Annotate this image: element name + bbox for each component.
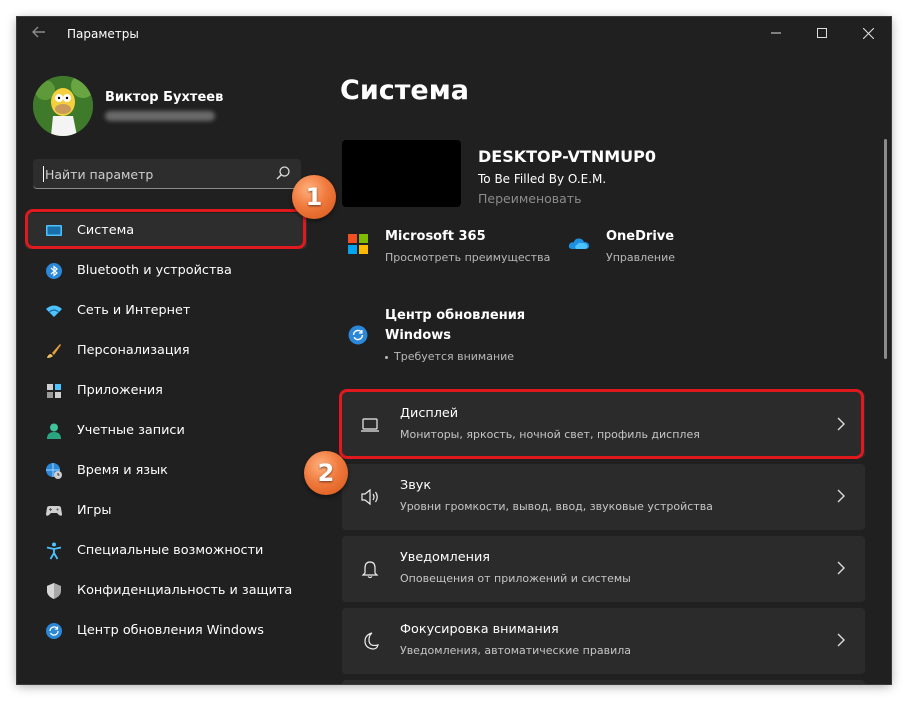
sidebar-item-personalization[interactable]: Персонализация	[25, 333, 307, 369]
card-subtitle: Уровни громкости, вывод, ввод, звуковые …	[400, 500, 713, 513]
highlight-system-item	[25, 209, 306, 249]
card-subtitle: Уведомления, автоматические правила	[400, 644, 631, 657]
tile-subtitle: Управление	[606, 251, 676, 264]
apps-icon	[47, 384, 61, 398]
text-cursor	[43, 166, 44, 182]
rename-link[interactable]: Переименовать	[478, 191, 581, 206]
microsoft-logo-icon	[348, 234, 368, 254]
sidebar-item-label: Приложения	[77, 383, 163, 398]
sidebar-item-network[interactable]: Сеть и Интернет	[25, 293, 307, 329]
sidebar-item-accounts[interactable]: Учетные записи	[25, 413, 307, 449]
pc-name: DESKTOP-VTNMUP0	[478, 147, 657, 166]
user-name: Виктор Бухтеев	[105, 90, 224, 105]
chevron-right-icon	[837, 561, 845, 575]
page-title: Система	[340, 75, 469, 106]
avatar[interactable]	[33, 76, 93, 136]
scrollbar-thumb[interactable]	[884, 139, 887, 359]
moon-icon	[364, 632, 379, 650]
sidebar-item-bluetooth[interactable]: Bluetooth и устройства	[25, 253, 307, 289]
highlight-display-card	[339, 389, 864, 459]
tile-subtitle: Требуется внимание	[394, 350, 515, 363]
step-badge-2: 2	[304, 451, 348, 495]
speaker-icon	[361, 488, 378, 506]
sidebar-item-label: Игры	[77, 503, 112, 518]
bell-icon	[361, 561, 379, 579]
bluetooth-icon	[46, 263, 62, 279]
accessibility-icon	[46, 542, 62, 560]
maximize-button[interactable]	[799, 17, 845, 49]
sidebar-item-label: Конфиденциальность и защита	[77, 583, 293, 598]
sidebar-item-label: Учетные записи	[77, 423, 185, 438]
minimize-button[interactable]	[753, 17, 799, 49]
user-email-blurred	[105, 111, 215, 121]
sidebar-item-privacy[interactable]: Конфиденциальность и защита	[25, 573, 307, 609]
tile-title-line2: Windows	[385, 328, 452, 343]
pc-image	[342, 140, 461, 207]
window-title: Параметры	[67, 27, 139, 41]
tile-subtitle-row: Требуется внимание	[385, 350, 585, 363]
sidebar-item-apps[interactable]: Приложения	[25, 373, 307, 409]
chevron-right-icon	[837, 489, 845, 503]
sidebar-item-label: Центр обновления Windows	[77, 623, 264, 638]
notifications-card[interactable]: Уведомления Оповещения от приложений и с…	[342, 536, 865, 602]
sidebar-item-accessibility[interactable]: Специальные возможности	[25, 533, 307, 569]
sidebar-item-time-language[interactable]: Время и язык	[25, 453, 307, 489]
card-title: Фокусировка внимания	[400, 622, 559, 637]
tile-title-line1: Центр обновления	[385, 308, 526, 323]
step-badge-1: 1	[292, 175, 336, 219]
sidebar-item-label: Специальные возможности	[77, 543, 264, 558]
close-button[interactable]	[845, 17, 891, 49]
sidebar-item-label: Персонализация	[77, 343, 190, 358]
attention-dot-icon	[385, 355, 388, 359]
onedrive-cloud-icon	[568, 238, 589, 249]
person-icon	[47, 423, 61, 439]
search-placeholder: Найти параметр	[45, 167, 154, 182]
sidebar-item-label: Сеть и Интернет	[77, 303, 191, 318]
title-bar: Параметры	[17, 17, 891, 49]
sidebar-item-label: Bluetooth и устройства	[77, 263, 232, 278]
update-icon	[348, 325, 368, 345]
update-icon	[46, 623, 62, 639]
globe-clock-icon	[46, 463, 62, 479]
wifi-icon	[46, 305, 62, 317]
back-arrow-icon[interactable]	[31, 24, 49, 42]
brush-icon	[47, 344, 61, 358]
card-title: Уведомления	[400, 550, 490, 565]
gamepad-icon	[46, 506, 62, 516]
card-title: Звук	[400, 478, 432, 493]
sound-card[interactable]: Звук Уровни громкости, вывод, ввод, звук…	[342, 464, 865, 530]
next-card-partial[interactable]	[342, 680, 865, 684]
focus-assist-card[interactable]: Фокусировка внимания Уведомления, автома…	[342, 608, 865, 674]
shield-icon	[47, 583, 61, 599]
tile-title: Microsoft 365	[385, 229, 486, 244]
sidebar-item-gaming[interactable]: Игры	[25, 493, 307, 529]
chevron-right-icon	[837, 633, 845, 647]
card-subtitle: Оповещения от приложений и системы	[400, 572, 631, 585]
close-icon	[862, 27, 874, 39]
tile-title: OneDrive	[606, 229, 675, 244]
maximize-icon	[817, 28, 827, 38]
tile-subtitle: Просмотреть преимущества	[385, 251, 551, 264]
minimize-icon	[771, 32, 781, 34]
sidebar-item-label: Время и язык	[77, 463, 168, 478]
pc-model: To Be Filled By O.E.M.	[478, 172, 607, 186]
search-icon[interactable]	[275, 165, 291, 181]
sidebar-item-windows-update[interactable]: Центр обновления Windows	[25, 613, 307, 649]
settings-window: Параметры Виктор Бухтеев Найти параметр	[17, 17, 891, 684]
search-input[interactable]: Найти параметр	[33, 159, 301, 189]
